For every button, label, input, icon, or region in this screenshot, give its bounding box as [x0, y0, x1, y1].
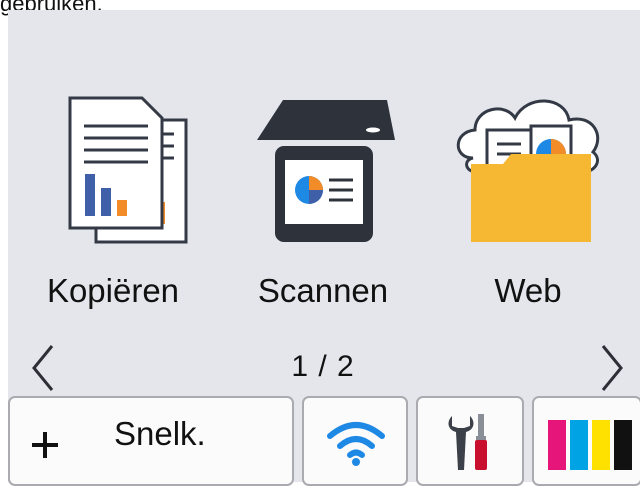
- scan-tile[interactable]: Scannen: [228, 90, 418, 330]
- copy-icon: [68, 96, 188, 244]
- quick-settings-label: Snelk.: [114, 415, 206, 452]
- copy-label: Kopiëren: [46, 272, 180, 309]
- plus-icon: [32, 432, 58, 458]
- settings-button[interactable]: [416, 396, 524, 486]
- scanner-icon: [257, 100, 395, 242]
- chevron-left-icon: [32, 345, 54, 391]
- web-tile[interactable]: Web: [433, 90, 623, 330]
- tools-icon: [448, 414, 487, 470]
- web-label: Web: [494, 272, 562, 309]
- bottom-bar: Snelk.: [0, 396, 640, 486]
- ink-status-button[interactable]: [532, 396, 640, 486]
- ink-cartridges-icon: [548, 420, 632, 470]
- scan-label: Scannen: [257, 272, 389, 309]
- next-page-button[interactable]: [591, 340, 635, 396]
- copy-tile[interactable]: Kopiëren: [18, 90, 208, 330]
- page-indicator: 1 / 2: [291, 350, 355, 383]
- chevron-right-icon: [601, 345, 623, 391]
- web-folder-icon: [456, 99, 600, 242]
- quick-settings-button[interactable]: Snelk.: [8, 396, 294, 486]
- previous-page-button[interactable]: [22, 340, 66, 396]
- wifi-button[interactable]: [302, 396, 408, 486]
- wifi-icon: [327, 422, 385, 466]
